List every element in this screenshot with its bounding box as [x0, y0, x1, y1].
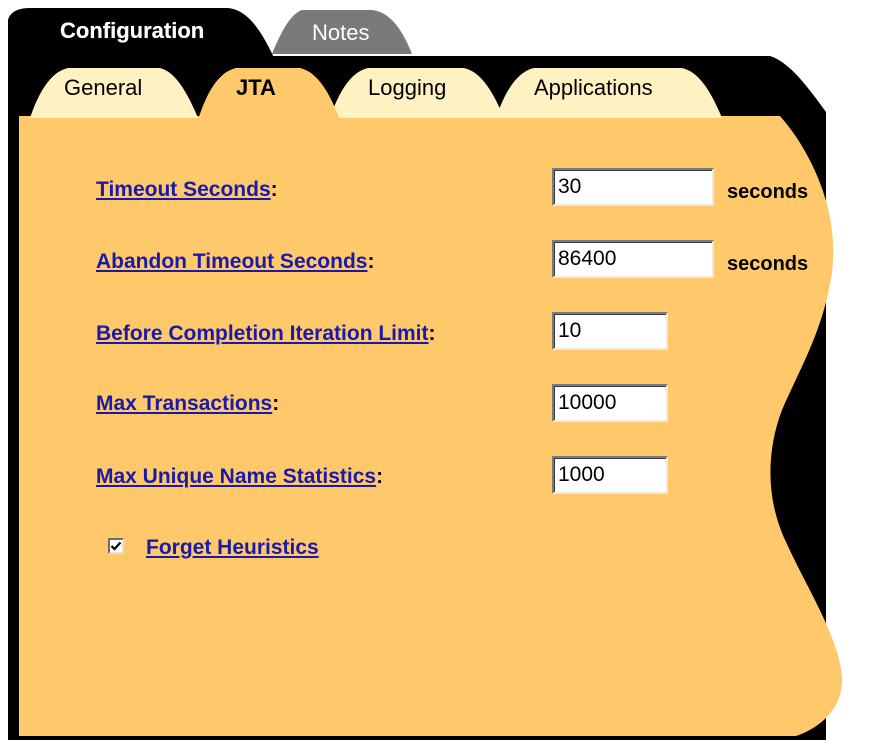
abandon-timeout-seconds-colon: :: [367, 250, 375, 273]
abandon-timeout-seconds-unit: seconds: [727, 253, 809, 275]
timeout-seconds-label: Timeout Seconds:: [96, 178, 278, 202]
timeout-seconds-colon: :: [270, 178, 278, 201]
timeout-seconds-input[interactable]: [552, 168, 714, 206]
forget-heuristics-label: Forget Heuristics: [146, 536, 319, 560]
forget-heuristics-checkbox[interactable]: [108, 538, 124, 554]
subtab-jta[interactable]: JTA: [236, 76, 276, 100]
max-transactions-link[interactable]: Max Transactions: [96, 392, 272, 415]
timeout-seconds-link[interactable]: Timeout Seconds: [96, 178, 271, 201]
timeout-seconds-unit: seconds: [727, 181, 809, 203]
tab-notes[interactable]: Notes: [312, 21, 369, 45]
abandon-timeout-seconds-link[interactable]: Abandon Timeout Seconds: [96, 250, 367, 273]
abandon-timeout-seconds-label: Abandon Timeout Seconds:: [96, 250, 374, 274]
max-unique-name-statistics-link[interactable]: Max Unique Name Statistics: [96, 465, 376, 488]
max-transactions-label: Max Transactions:: [96, 392, 279, 416]
before-completion-iteration-limit-input[interactable]: [552, 312, 668, 350]
before-completion-iteration-limit-link[interactable]: Before Completion Iteration Limit: [96, 322, 429, 345]
tab-panel-frame: [8, 8, 843, 740]
max-unique-name-statistics-label: Max Unique Name Statistics:: [96, 465, 383, 489]
before-completion-iteration-limit-label: Before Completion Iteration Limit:: [96, 322, 436, 346]
max-unique-name-statistics-input[interactable]: [552, 456, 668, 494]
subtab-general[interactable]: General: [64, 76, 142, 100]
before-completion-iteration-limit-colon: :: [428, 322, 436, 345]
max-unique-name-statistics-colon: :: [376, 465, 384, 488]
abandon-timeout-seconds-input[interactable]: [552, 240, 714, 278]
max-transactions-input[interactable]: [552, 384, 668, 422]
max-transactions-colon: :: [272, 392, 280, 415]
subtab-applications[interactable]: Applications: [534, 76, 653, 100]
panel-background: [19, 116, 843, 736]
checkmark-icon: [110, 541, 122, 551]
forget-heuristics-link[interactable]: Forget Heuristics: [146, 536, 319, 559]
subtab-logging[interactable]: Logging: [368, 76, 446, 100]
tab-configuration[interactable]: Configuration: [60, 19, 204, 43]
